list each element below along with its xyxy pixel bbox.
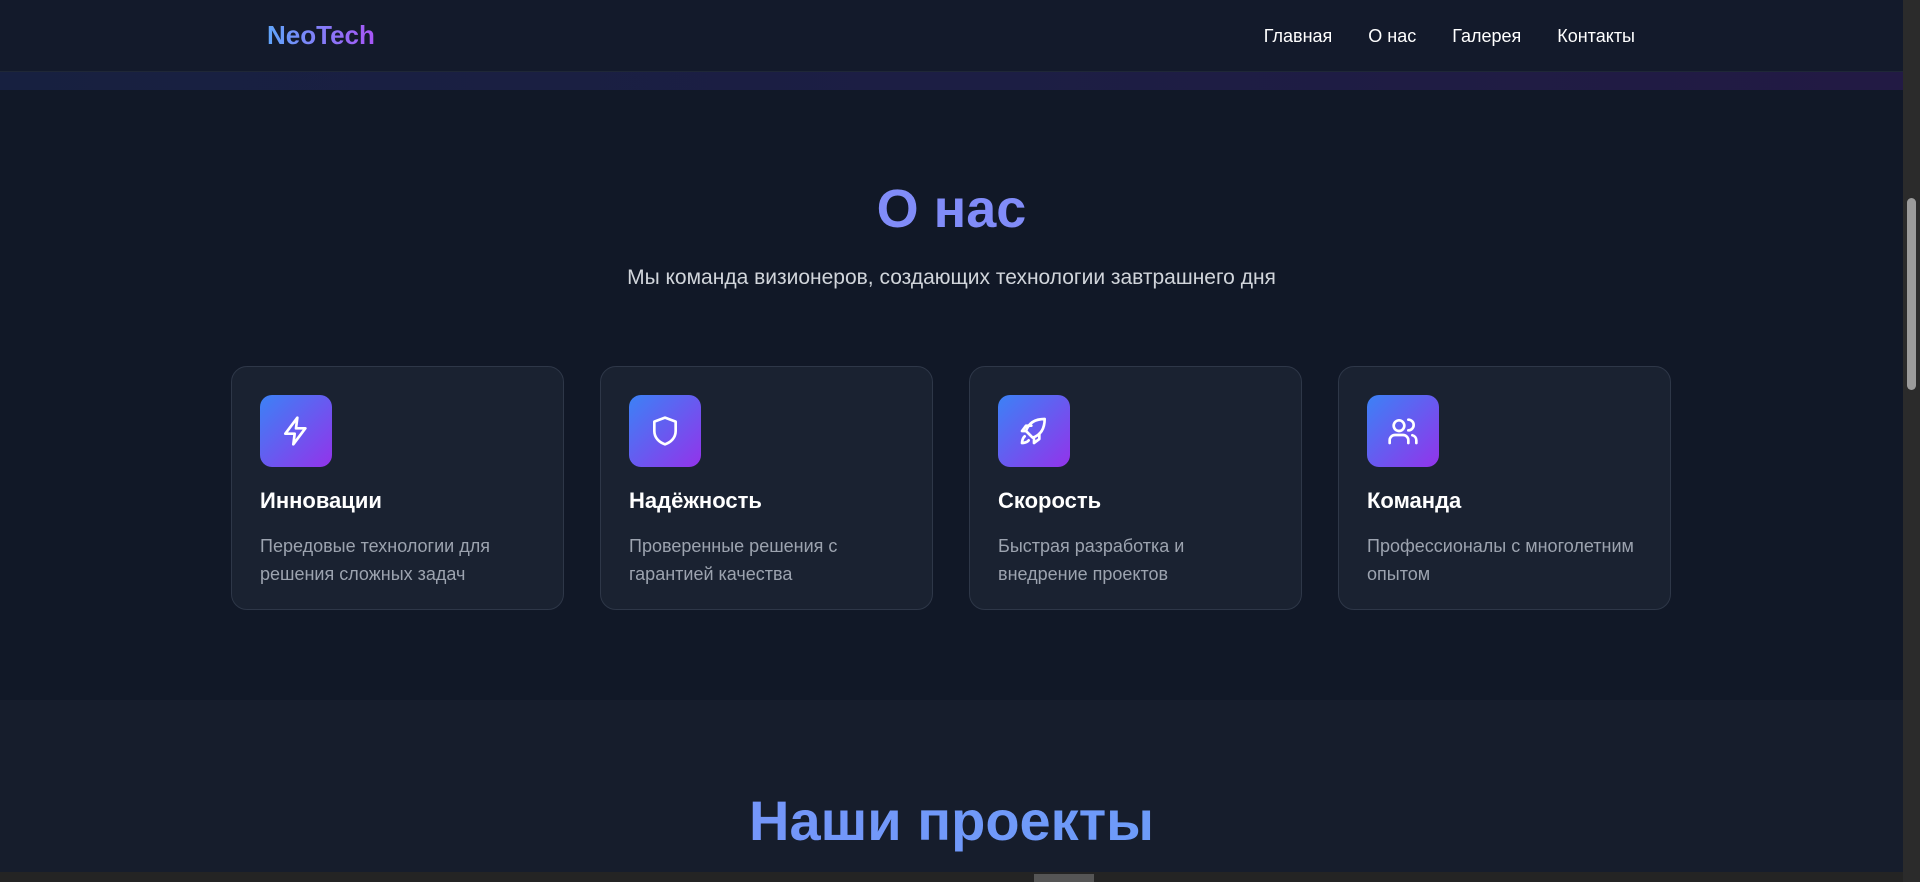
card-text: Проверенные решения с гарантией качества [629,536,838,584]
horizontal-scrollbar[interactable] [0,872,1903,882]
section-subtitle: Мы команда визионеров, создающих техноло… [627,266,1276,289]
nav-links: Главная О нас Галерея Контакты [1264,26,1635,47]
shield-icon [629,395,701,467]
nav-about[interactable]: О нас [1368,26,1416,47]
card-text: Передовые технологии для решения сложных… [260,536,490,584]
feature-card: Скорость Быстрая разработка и внедрение … [969,366,1302,610]
rocket-icon [998,395,1070,467]
card-title: Инновации [260,488,382,513]
scrollbar-thumb[interactable] [1034,874,1094,882]
card-title: Надёжность [629,488,762,513]
scrollbar-thumb[interactable] [1907,198,1916,390]
nav-contacts[interactable]: Контакты [1557,26,1635,47]
users-icon [1367,395,1439,467]
lightning-icon [260,395,332,467]
hero-bottom-strip [0,72,1903,90]
nav-gallery[interactable]: Галерея [1452,26,1521,47]
card-text: Быстрая разработка и внедрение проектов [998,536,1185,584]
feature-card: Команда Профессионалы с многолетним опыт… [1338,366,1671,610]
card-title: Скорость [998,488,1102,513]
section-title: О нас [876,179,1027,239]
about-section: О нас Мы команда визионеров, создающих т… [0,90,1903,700]
logo[interactable]: NeoTech [267,20,375,51]
section-title: Наши проекты [0,788,1903,853]
vertical-scrollbar[interactable] [1903,0,1920,882]
navbar: NeoTech Главная О нас Галерея Контакты [0,0,1903,72]
card-title: Команда [1367,488,1462,513]
feature-card: Надёжность Проверенные решения с гаранти… [600,366,933,610]
projects-section: Наши проекты [0,700,1903,872]
nav-home[interactable]: Главная [1264,26,1333,47]
feature-card: Инновации Передовые технологии для решен… [231,366,564,610]
card-text: Профессионалы с многолетним опытом [1367,536,1634,584]
